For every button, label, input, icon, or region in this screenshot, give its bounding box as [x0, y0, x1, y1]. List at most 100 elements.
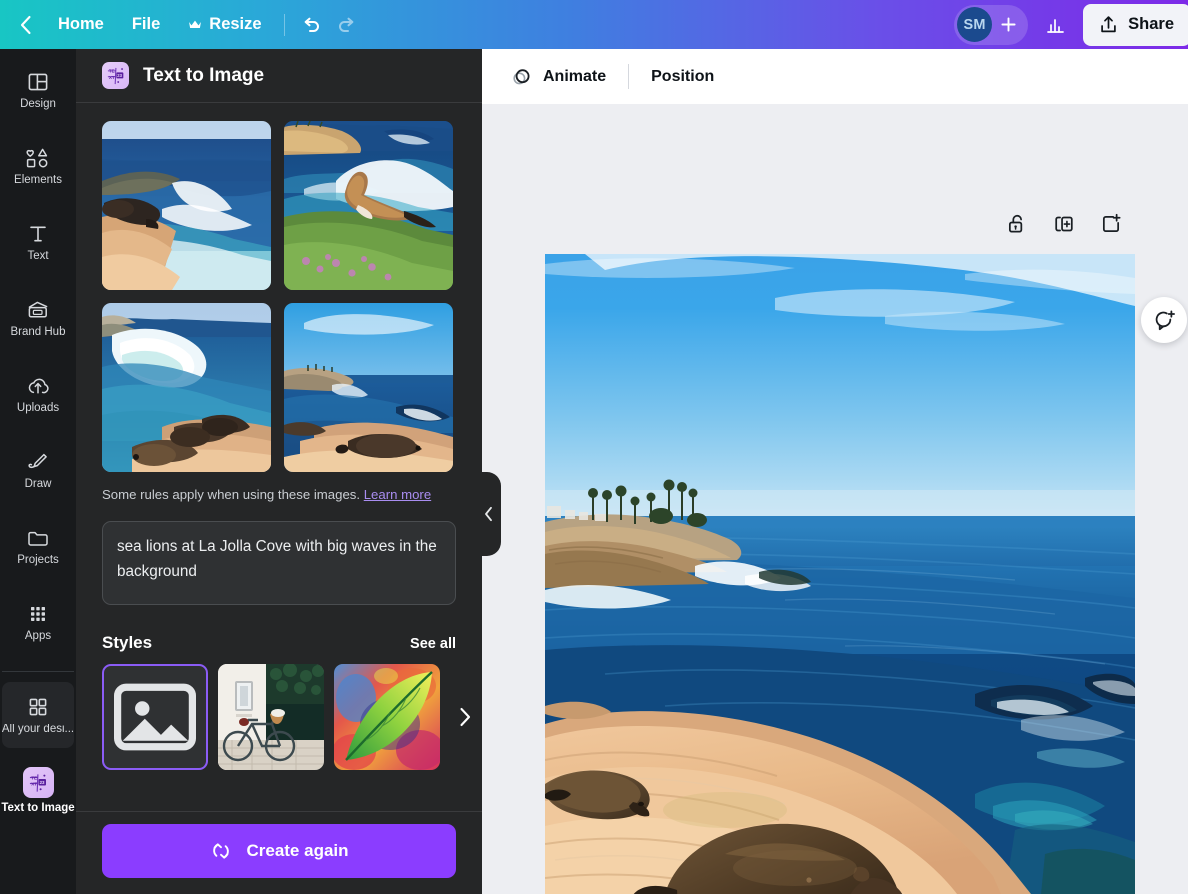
canvas-image	[545, 254, 1135, 894]
result-image-1	[102, 121, 271, 290]
left-rail: Design Elements Text Brand Hub Uploads D…	[0, 49, 76, 894]
resize-label: Resize	[209, 15, 262, 33]
rules-sentence: Some rules apply when using these images…	[102, 487, 361, 502]
image-placeholder-icon	[113, 684, 197, 751]
result-thumbnail[interactable]	[284, 121, 453, 290]
sidebar-item-label: Elements	[14, 173, 62, 186]
sidebar-item-all-your-designs[interactable]: All your desi...	[2, 682, 74, 748]
see-all-styles-button[interactable]: See all	[410, 636, 456, 652]
back-button[interactable]	[8, 5, 42, 45]
sidebar-item-label: Text to Image	[1, 802, 75, 815]
share-label: Share	[1128, 15, 1174, 33]
leaf-watercolor-thumb	[334, 664, 440, 771]
file-label: File	[131, 15, 161, 33]
refresh-icon	[213, 843, 230, 859]
styles-header: Styles See all	[102, 633, 456, 653]
chevron-left-icon	[20, 15, 31, 34]
result-thumbnail[interactable]	[102, 121, 271, 290]
style-card-photo[interactable]	[218, 664, 324, 771]
sidebar-item-label: Design	[20, 97, 56, 110]
panel-header: TE XT 23 Text to Image	[76, 49, 482, 103]
top-bar-left: Home File Resize	[0, 0, 365, 49]
top-bar: Home File Resize SM Share	[0, 0, 1188, 49]
create-again-button[interactable]: Create again	[102, 824, 456, 878]
avatar[interactable]: SM	[957, 7, 993, 42]
resize-menu-item[interactable]: Resize	[174, 9, 275, 40]
chevron-right-icon	[460, 708, 471, 727]
sidebar-item-label: Brand Hub	[10, 325, 66, 338]
create-again-label: Create again	[246, 841, 349, 860]
home-label: Home	[58, 15, 104, 33]
sidebar-item-label: Draw	[24, 477, 52, 490]
brand-wallet-icon	[28, 301, 48, 318]
tiles-icon	[29, 698, 47, 716]
canva-editor-window: Home File Resize SM Share Design Element…	[0, 0, 1188, 894]
sidebar-item-brand-hub[interactable]: Brand Hub	[2, 285, 74, 351]
styles-carousel	[102, 664, 471, 771]
undo-arrow-icon	[304, 17, 319, 32]
animate-circles-icon	[513, 68, 530, 84]
panel-body: Some rules apply when using these images…	[76, 103, 482, 771]
result-thumbnail[interactable]	[102, 303, 271, 472]
styles-next-button[interactable]	[452, 704, 478, 730]
rail-divider	[2, 671, 74, 672]
upload-cloud-icon	[28, 378, 49, 394]
toolbar-divider	[283, 13, 285, 36]
crown-icon	[189, 20, 202, 28]
sidebar-item-uploads[interactable]: Uploads	[2, 361, 74, 427]
sidebar-item-draw[interactable]: Draw	[2, 437, 74, 503]
animate-button[interactable]: Animate	[496, 58, 620, 96]
text-to-image-icon: TE XT 23	[22, 767, 54, 799]
learn-more-link[interactable]: Learn more	[364, 487, 431, 502]
add-page-icon	[1102, 213, 1121, 233]
sidebar-item-text-to-image[interactable]: TE XT 23 Text to Image	[1, 758, 75, 824]
sidebar-item-text[interactable]: Text	[2, 209, 74, 275]
sidebar-item-label: Projects	[17, 553, 59, 566]
chevron-left-icon	[484, 506, 492, 522]
generated-results-grid	[102, 121, 456, 472]
add-comment-icon	[1155, 309, 1175, 330]
stats-button[interactable]	[1034, 5, 1076, 45]
share-button[interactable]: Share	[1083, 3, 1188, 46]
lock-page-button[interactable]	[1004, 211, 1030, 237]
bicycle-photo-thumb	[218, 664, 324, 771]
shapes-icon	[26, 148, 48, 168]
add-collaborator-button[interactable]	[994, 11, 1022, 39]
top-bar-right: SM Share	[954, 0, 1188, 49]
panel-footer: Create again	[76, 811, 482, 894]
upload-icon	[1101, 16, 1116, 33]
result-thumbnail[interactable]	[284, 303, 453, 472]
apps-dots-icon	[31, 606, 45, 621]
sidebar-item-design[interactable]: Design	[2, 57, 74, 123]
sidebar-item-label: Uploads	[16, 401, 60, 414]
sidebar-item-label: Apps	[24, 629, 52, 642]
style-card-watercolor[interactable]	[334, 664, 440, 771]
position-label: Position	[651, 67, 715, 85]
panel-title: Text to Image	[143, 64, 265, 86]
redo-arrow-icon	[338, 17, 353, 32]
sidebar-item-projects[interactable]: Projects	[2, 513, 74, 579]
svg-text:23: 23	[117, 72, 122, 77]
result-image-4	[284, 303, 453, 472]
sidebar-item-apps[interactable]: Apps	[2, 589, 74, 655]
add-comment-button[interactable]	[1141, 297, 1187, 343]
duplicate-page-button[interactable]	[1051, 211, 1077, 237]
svg-text:XT: XT	[31, 781, 37, 786]
style-card-none[interactable]	[102, 664, 208, 771]
sidebar-item-elements[interactable]: Elements	[2, 133, 74, 199]
usage-rules-text: Some rules apply when using these images…	[102, 485, 456, 505]
add-page-icon-button[interactable]	[1098, 211, 1124, 237]
prompt-input[interactable]	[102, 521, 456, 606]
home-menu-item[interactable]: Home	[44, 9, 118, 40]
file-menu-item[interactable]: File	[118, 9, 174, 40]
text-to-image-panel: TE XT 23 Text to Image Some rules apply …	[76, 49, 482, 894]
panel-collapse-handle[interactable]	[475, 472, 501, 556]
text-t-icon	[30, 226, 46, 242]
position-button[interactable]: Position	[637, 58, 728, 96]
sidebar-item-label: Text	[27, 249, 49, 262]
design-page[interactable]	[545, 254, 1135, 894]
undo-button[interactable]	[293, 7, 329, 43]
layout-grid-icon	[28, 73, 48, 91]
redo-button[interactable]	[329, 7, 365, 43]
editor-area: Animate Position	[482, 49, 1188, 894]
